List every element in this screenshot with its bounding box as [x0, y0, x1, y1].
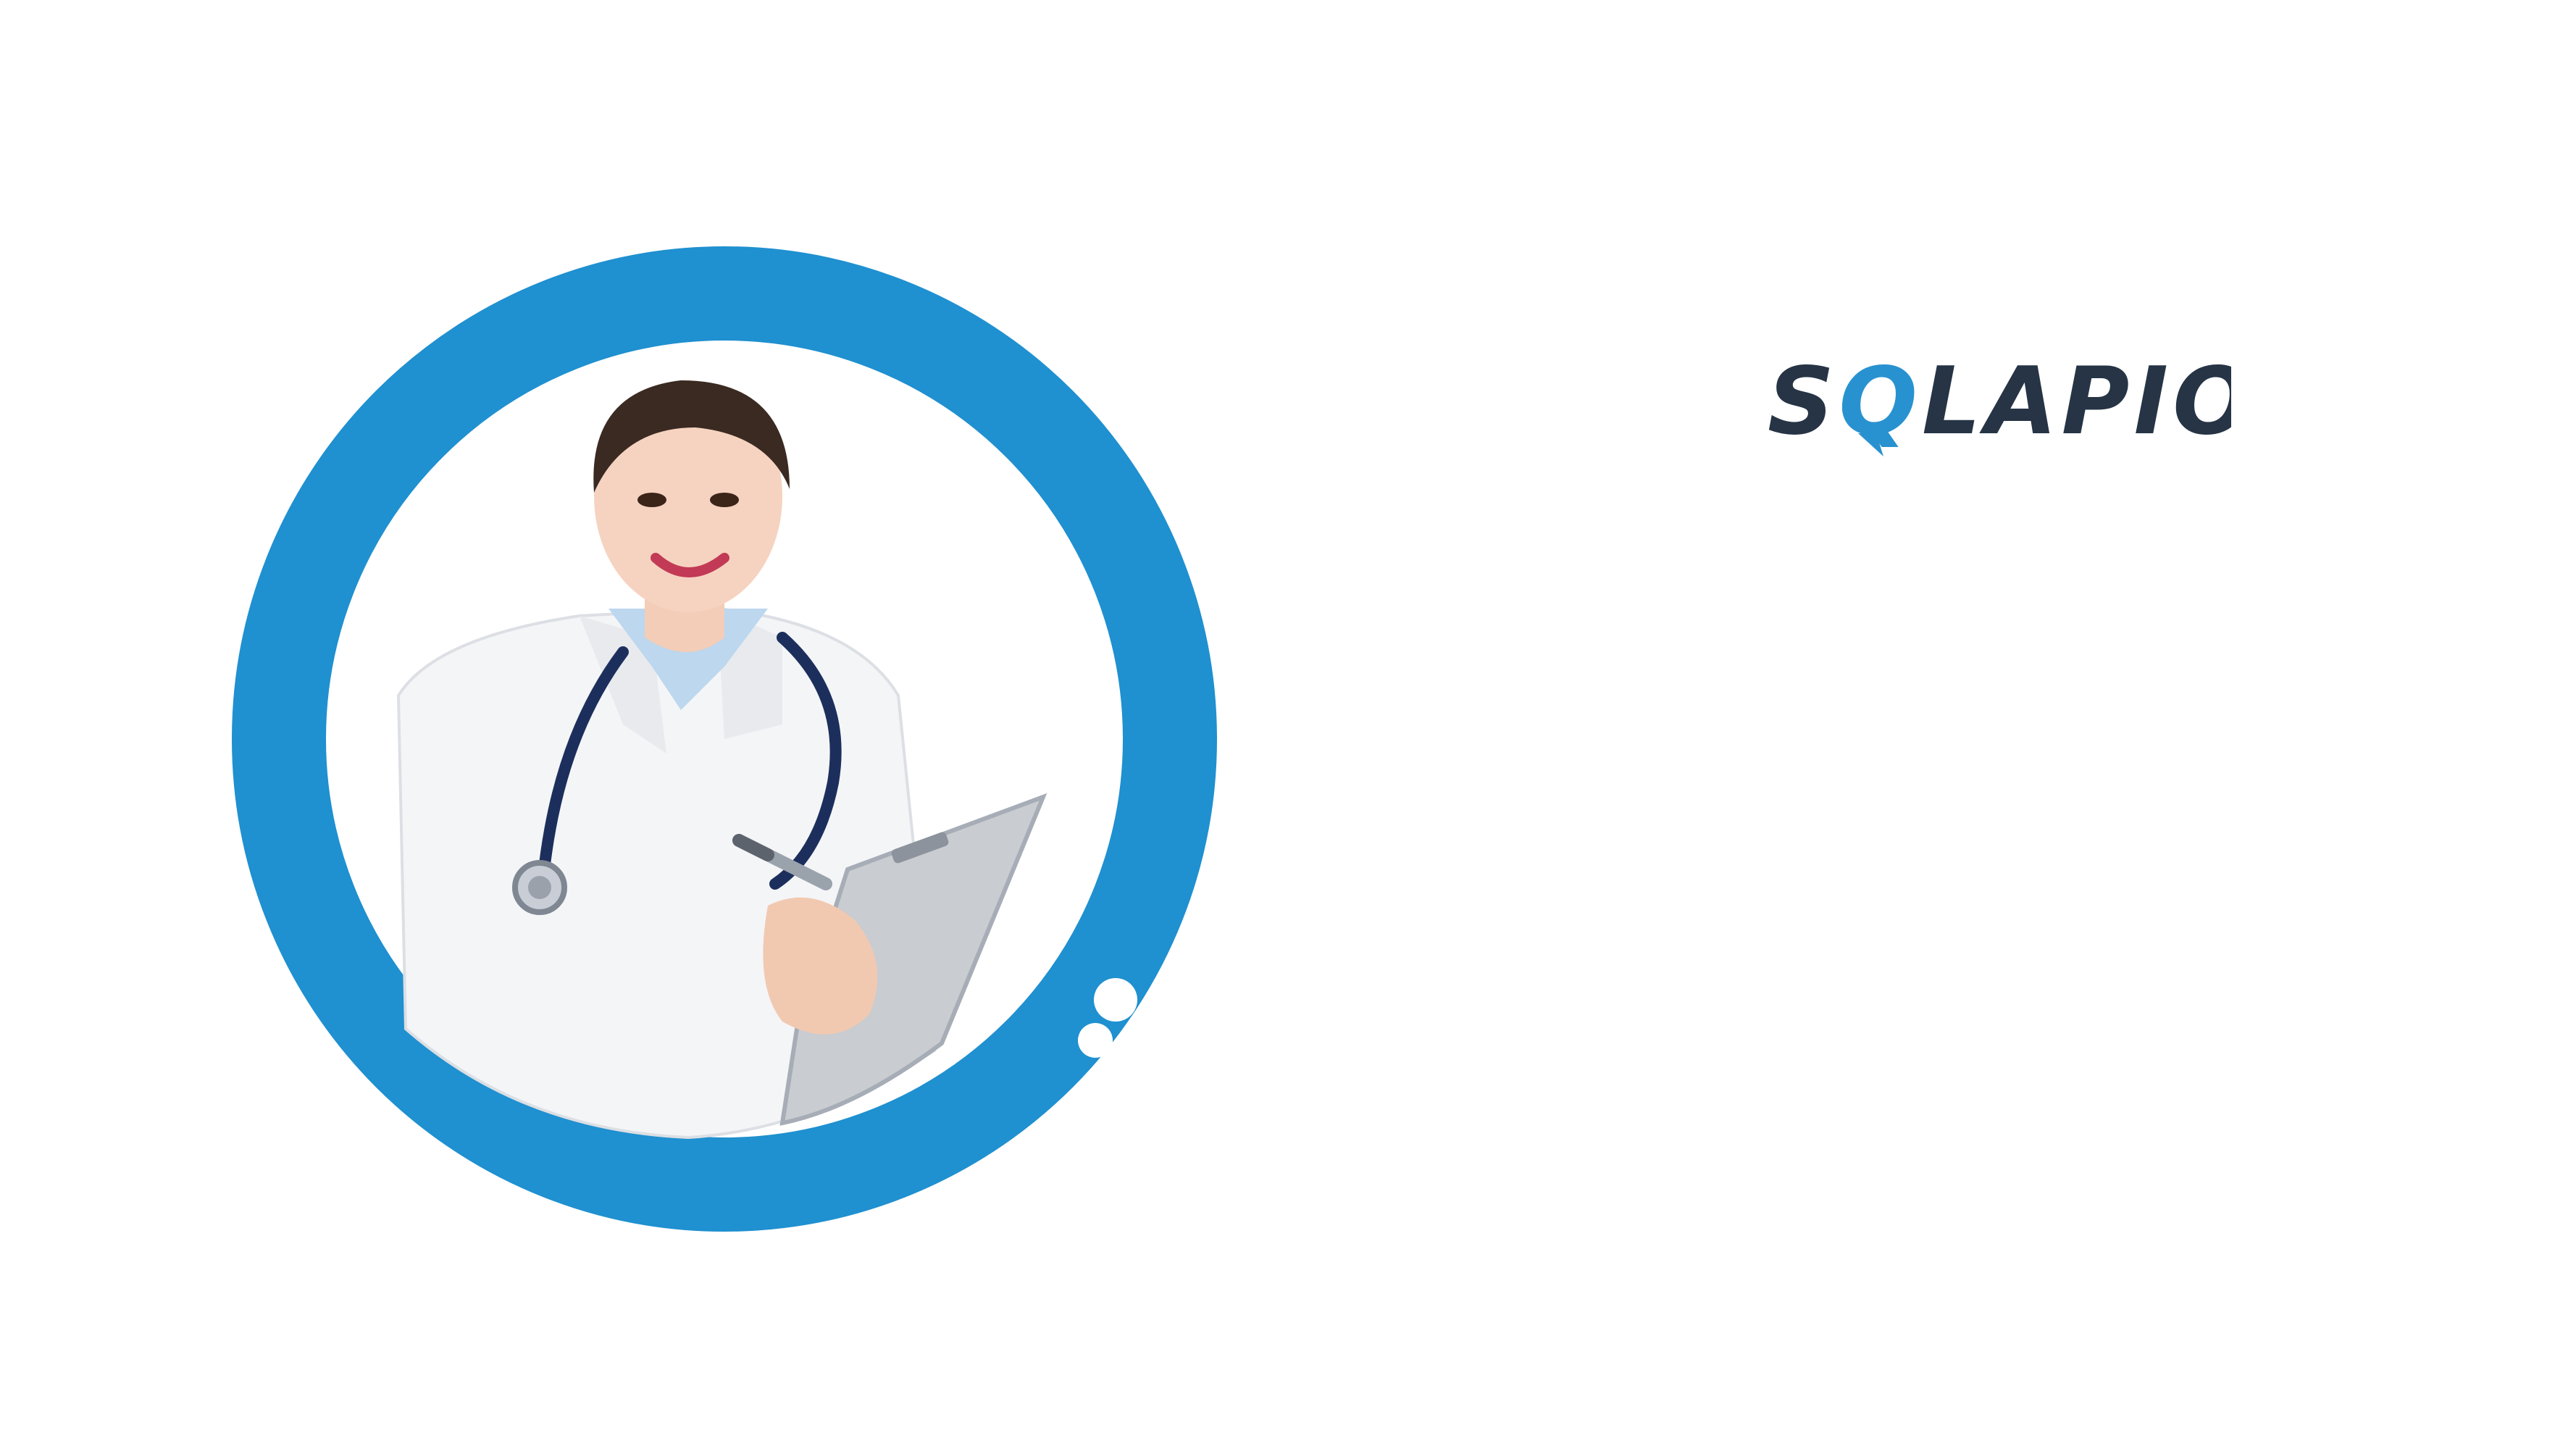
eye-left	[637, 493, 666, 507]
eye-right	[710, 493, 739, 507]
logo-wordmark-rest: LAPIO	[1922, 348, 2231, 456]
ring-dot-large	[1094, 978, 1137, 1022]
logo-letter-q: Q	[1839, 348, 1922, 456]
ring-dot-small	[1078, 1023, 1113, 1058]
logo-letter-s: S	[1768, 348, 1839, 456]
doctor-figure	[396, 380, 1047, 1140]
svg-text:SQLAPIO: SQLAPIO	[1768, 348, 2231, 456]
splash-screen: SQLAPIO	[0, 0, 2576, 1449]
hero-illustration	[232, 246, 1217, 1232]
brand-logo: SQLAPIO	[1768, 348, 2231, 456]
